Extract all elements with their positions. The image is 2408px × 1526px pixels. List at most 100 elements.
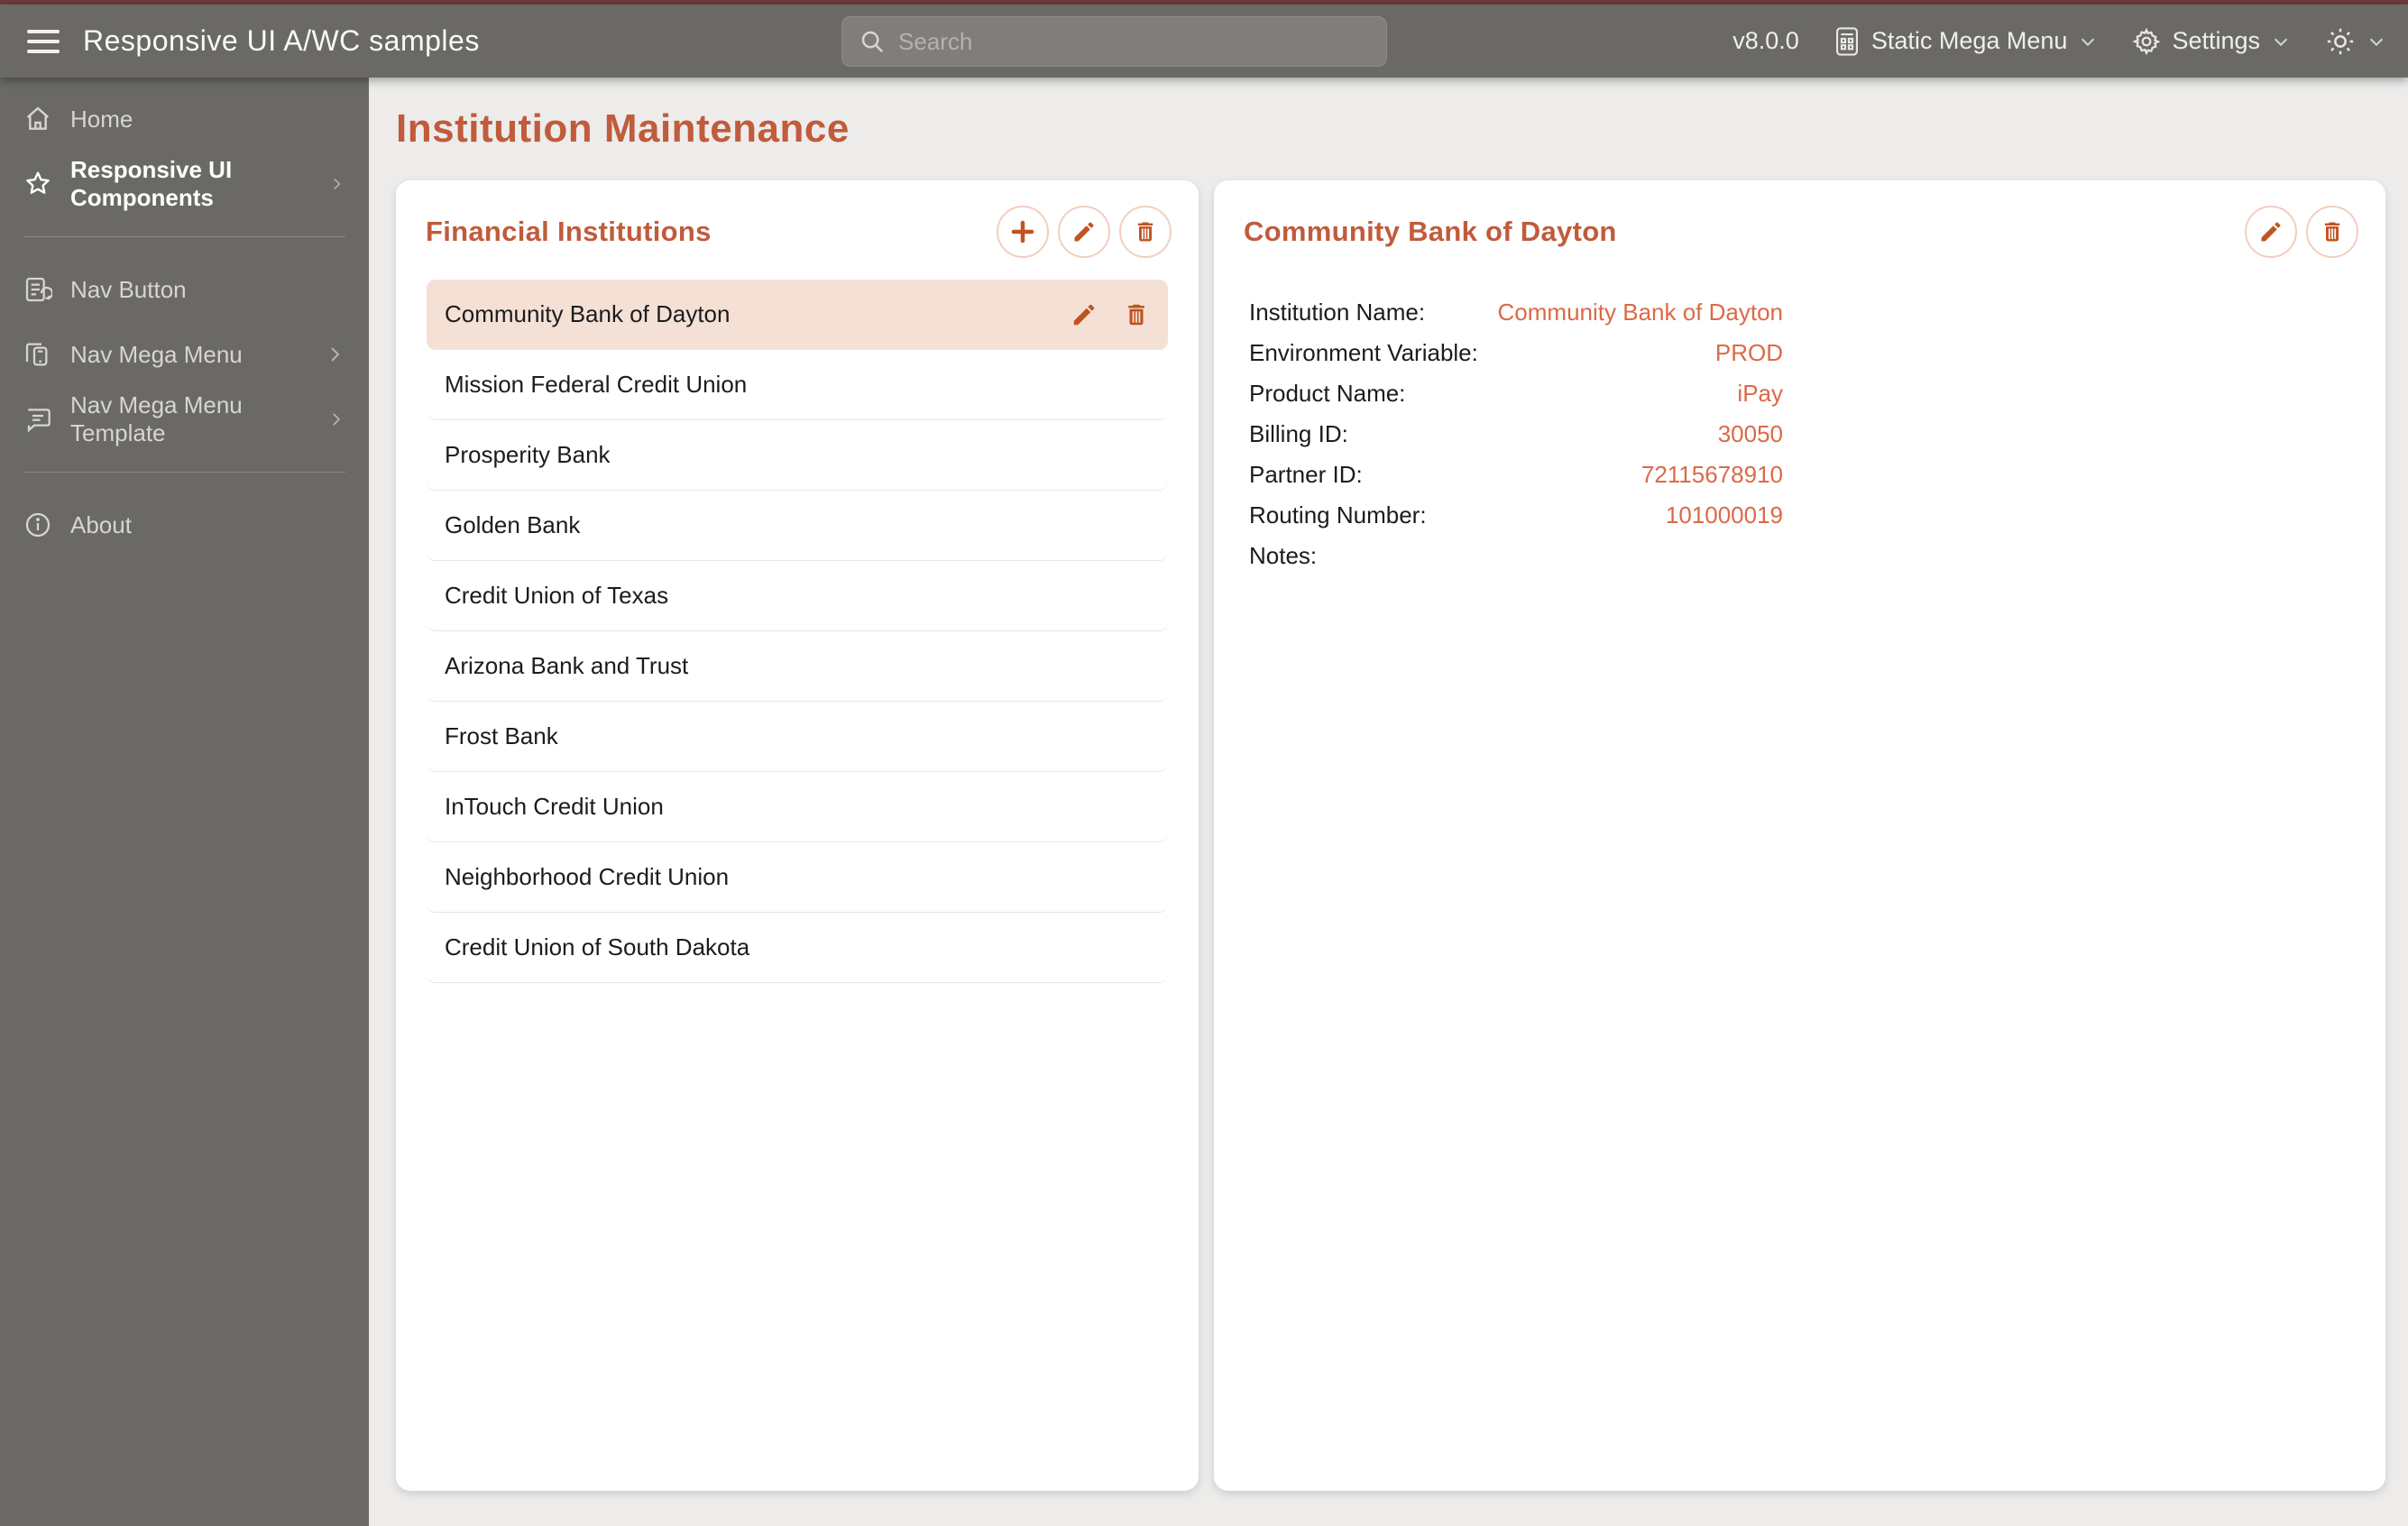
info-icon: [23, 510, 52, 539]
version-label: v8.0.0: [1732, 27, 1799, 54]
plus-icon: [1011, 220, 1034, 244]
institutions-card-title: Financial Institutions: [426, 216, 712, 247]
sun-icon: [2327, 28, 2354, 54]
settings-dropdown[interactable]: Settings: [2132, 27, 2291, 56]
delete-detail-button[interactable]: [2306, 206, 2358, 258]
institution-name: Credit Union of Texas: [445, 582, 669, 609]
main-content: Institution Maintenance Financial Instit…: [369, 78, 2408, 1526]
institution-name: Neighborhood Credit Union: [445, 863, 730, 890]
mega-menu-icon: [1835, 26, 1858, 56]
sidebar-item-label: About: [70, 510, 132, 538]
edit-detail-button[interactable]: [2245, 206, 2297, 258]
sidebar-item-responsive-ui-components[interactable]: Responsive UI Components: [0, 152, 369, 216]
field-label: Environment Variable:: [1249, 339, 1478, 366]
nav-button-icon: [23, 275, 52, 304]
institution-row[interactable]: Neighborhood Credit Union: [427, 842, 1168, 913]
search-icon: [861, 31, 884, 53]
institution-row[interactable]: Credit Union of South Dakota: [427, 913, 1168, 983]
chevron-down-icon: [2369, 38, 2384, 46]
gear-icon: [2132, 27, 2162, 55]
theme-toggle[interactable]: [2325, 26, 2386, 57]
delete-institution-button[interactable]: [1119, 206, 1172, 258]
home-icon: [23, 105, 52, 133]
detail-card-title: Community Bank of Dayton: [1244, 216, 1617, 247]
institution-name: Frost Bank: [445, 722, 558, 749]
field-value: iPay: [1737, 380, 1783, 407]
chevron-right-icon: [334, 179, 341, 189]
institution-name: Mission Federal Credit Union: [445, 371, 748, 398]
detail-field-row: Notes:: [1249, 536, 1783, 576]
institution-detail-card: Community Bank of Dayton Institution Nam…: [1214, 180, 2385, 1491]
institution-row[interactable]: Credit Union of Texas: [427, 561, 1168, 631]
add-institution-button[interactable]: [997, 206, 1049, 258]
search-box[interactable]: [841, 16, 1387, 67]
field-label: Routing Number:: [1249, 501, 1427, 529]
chevron-right-icon: [331, 347, 340, 362]
sidebar-item-label: Nav Mega Menu: [70, 340, 243, 368]
chevron-down-icon: [2274, 38, 2288, 46]
trash-icon: [2324, 222, 2340, 242]
institution-list: Community Bank of Dayton Mission Federal …: [396, 276, 1199, 983]
field-value: Community Bank of Dayton: [1497, 299, 1783, 326]
field-value: 30050: [1717, 420, 1783, 447]
row-edit-button[interactable]: [1071, 301, 1098, 328]
detail-field-row: Partner ID: 72115678910: [1249, 455, 1783, 495]
hamburger-menu-icon[interactable]: [27, 29, 60, 53]
field-value: 72115678910: [1641, 461, 1783, 488]
field-label: Partner ID:: [1249, 461, 1363, 488]
detail-field-row: Product Name: iPay: [1249, 373, 1783, 414]
sidebar-item-nav-button[interactable]: Nav Button: [0, 257, 369, 322]
detail-fields: Institution Name: Community Bank of Dayto…: [1214, 276, 1818, 576]
detail-field-row: Environment Variable: PROD: [1249, 333, 1783, 373]
sidebar-item-nav-mega-menu[interactable]: Nav Mega Menu: [0, 322, 369, 387]
institution-row[interactable]: Mission Federal Credit Union: [427, 350, 1168, 420]
field-label: Product Name:: [1249, 380, 1406, 407]
mega-menu-dropdown[interactable]: Static Mega Menu: [1834, 26, 2099, 57]
settings-label: Settings: [2172, 27, 2260, 54]
institution-row[interactable]: InTouch Credit Union: [427, 772, 1168, 842]
mega-menu-label: Static Mega Menu: [1870, 27, 2068, 54]
detail-field-row: Billing ID: 30050: [1249, 414, 1783, 455]
sidebar-item-about[interactable]: About: [0, 492, 369, 557]
institution-row[interactable]: Frost Bank: [427, 702, 1168, 772]
institution-name: InTouch Credit Union: [445, 793, 664, 820]
institution-row[interactable]: Prosperity Bank: [427, 420, 1168, 491]
institution-row[interactable]: Golden Bank: [427, 491, 1168, 561]
star-icon: [23, 170, 52, 198]
edit-institution-button[interactable]: [1058, 206, 1110, 258]
field-value: 101000019: [1665, 501, 1783, 529]
sidebar-item-nav-mega-menu-template[interactable]: Nav Mega Menu Template: [0, 387, 369, 452]
institution-name: Golden Bank: [445, 511, 581, 538]
institution-name: Credit Union of South Dakota: [445, 933, 750, 961]
institution-name: Arizona Bank and Trust: [445, 652, 689, 679]
sidebar-item-label: Nav Mega Menu Template: [70, 391, 243, 446]
field-label: Institution Name:: [1249, 299, 1426, 326]
financial-institutions-card: Financial Institutions Community Bank of…: [396, 180, 1199, 1491]
field-value: PROD: [1714, 339, 1783, 366]
sidebar-item-label: Home: [70, 105, 133, 133]
sidebar-item-label: Nav Button: [70, 275, 187, 303]
top-bar: Responsive UI A/WC samples v8.0.0 Static…: [0, 5, 2408, 78]
detail-field-row: Institution Name: Community Bank of Dayto…: [1249, 292, 1783, 333]
search-input[interactable]: [898, 27, 1370, 56]
institution-name: Prosperity Bank: [445, 441, 611, 468]
nav-mega-menu-icon: [23, 340, 52, 369]
institution-row[interactable]: Community Bank of Dayton: [427, 280, 1168, 350]
nav-mega-menu-template-icon: [23, 405, 52, 434]
sidebar-item-label: Responsive UI Components: [70, 156, 233, 211]
chevron-down-icon: [2082, 38, 2095, 46]
pencil-icon: [2261, 222, 2281, 242]
trash-icon: [1128, 304, 1144, 325]
row-delete-button[interactable]: [1123, 301, 1150, 328]
pencil-icon: [1073, 304, 1095, 325]
app-title: Responsive UI A/WC samples: [83, 24, 480, 57]
sidebar: Home Responsive UI Components Nav Button: [0, 78, 369, 1526]
sidebar-item-home[interactable]: Home: [0, 87, 369, 152]
detail-field-row: Routing Number: 101000019: [1249, 495, 1783, 536]
field-label: Notes:: [1249, 542, 1318, 569]
page-title: Institution Maintenance: [396, 106, 850, 151]
chevron-right-icon: [333, 413, 341, 426]
institution-row[interactable]: Arizona Bank and Trust: [427, 631, 1168, 702]
sidebar-divider: [23, 236, 345, 237]
trash-icon: [1137, 222, 1153, 242]
